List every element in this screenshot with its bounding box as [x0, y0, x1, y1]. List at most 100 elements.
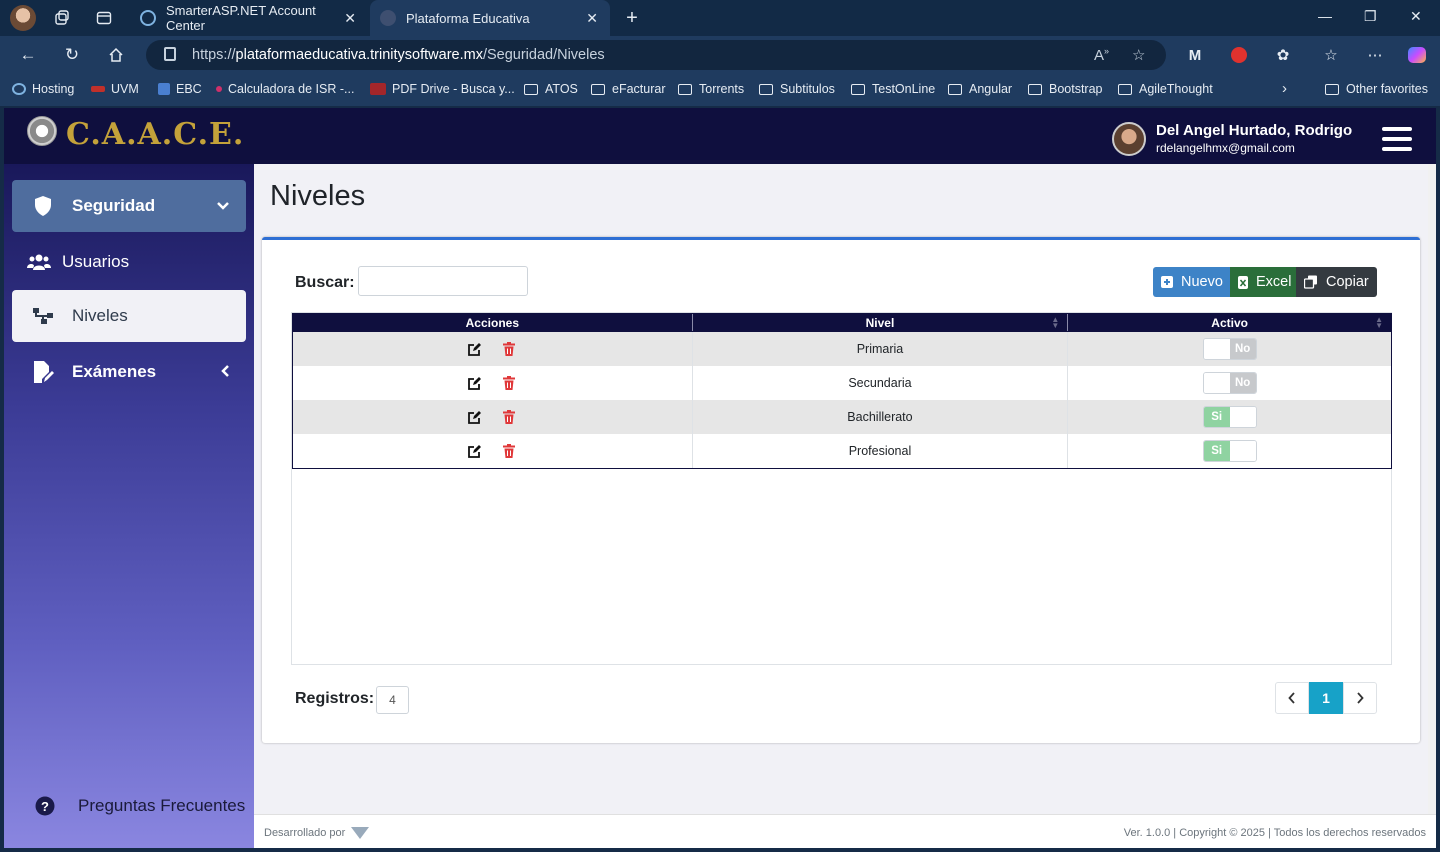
profile-avatar[interactable] — [10, 5, 36, 31]
folder-icon — [1028, 83, 1042, 95]
favorite-folder-atos[interactable]: ATOS — [524, 82, 578, 96]
favorite-folder-testonline[interactable]: TestOnLine — [851, 82, 935, 96]
favorite-ebc[interactable]: EBC — [158, 82, 202, 96]
activo-toggle[interactable]: Si — [1202, 440, 1257, 462]
favorite-calculadora-isr[interactable]: Calculadora de ISR -... — [216, 82, 354, 96]
user-avatar[interactable] — [1112, 122, 1146, 156]
favorite-pdf-drive[interactable]: PDF Drive - Busca y... — [370, 82, 515, 96]
close-window-icon[interactable]: ✕ — [1410, 8, 1422, 25]
user-email: rdelangelhmx@gmail.com — [1156, 141, 1295, 155]
column-header-acciones: Acciones — [293, 314, 693, 331]
sitemap-icon — [30, 305, 56, 327]
plataforma-favicon — [380, 10, 396, 26]
tab-title: SmarterASP.NET Account Center — [165, 3, 316, 33]
search-input[interactable] — [358, 266, 528, 296]
delete-icon[interactable] — [501, 443, 517, 459]
search-label: Buscar: — [295, 274, 355, 291]
edit-icon[interactable] — [467, 375, 483, 391]
delete-icon[interactable] — [501, 375, 517, 391]
favorite-folder-other[interactable]: Other favorites — [1325, 82, 1428, 96]
acciones-cell — [293, 434, 693, 468]
url-field[interactable]: https://plataformaeducativa.trinitysoftw… — [146, 40, 1166, 70]
sidebar-item-label: Preguntas Frecuentes — [78, 796, 246, 815]
developer-logo-icon[interactable] — [351, 827, 370, 839]
adblock-icon[interactable] — [1228, 44, 1250, 66]
svg-text:?: ? — [41, 799, 49, 814]
prev-page-button[interactable] — [1275, 682, 1309, 714]
tab-title: Plataforma Educativa — [406, 10, 530, 26]
activo-toggle[interactable]: No — [1202, 372, 1257, 394]
folder-icon — [851, 83, 865, 95]
close-tab-icon[interactable]: ✕ — [344, 10, 356, 27]
url-path: /Seguridad/Niveles — [482, 47, 605, 63]
tab-actions-icon[interactable] — [92, 6, 116, 30]
column-header-nivel[interactable]: Nivel ▲ ▼ — [693, 314, 1069, 331]
activo-toggle[interactable]: Si — [1202, 406, 1257, 428]
tab-smarterasp[interactable]: SmarterASP.NET Account Center ✕ — [130, 0, 368, 36]
favorite-star-icon[interactable]: ☆ — [1132, 46, 1145, 64]
new-tab-icon[interactable]: + — [620, 6, 644, 30]
read-aloud-icon[interactable]: A» — [1094, 46, 1109, 64]
minimize-icon[interactable]: — — [1318, 8, 1332, 24]
sort-icon: ▲ ▼ — [1375, 315, 1383, 330]
edit-icon[interactable] — [467, 341, 483, 357]
favorite-folder-bootstrap[interactable]: Bootstrap — [1028, 82, 1103, 96]
edit-icon[interactable] — [467, 443, 483, 459]
question-circle-icon: ? — [32, 795, 58, 817]
logo-text[interactable]: C.A.A.C.E. — [66, 117, 244, 152]
menu-toggle-icon[interactable] — [1382, 127, 1412, 151]
sidebar-item-faq[interactable]: ? Preguntas Frecuentes — [12, 780, 246, 832]
refresh-icon[interactable]: ↻ — [60, 43, 84, 67]
favorite-folder-subtitulos[interactable]: Subtitulos — [759, 82, 835, 96]
restore-icon[interactable]: ❐ — [1364, 8, 1377, 25]
nivel-cell: Secundaria — [693, 366, 1069, 400]
delete-icon[interactable] — [501, 341, 517, 357]
copiar-button[interactable]: Copiar — [1296, 267, 1377, 297]
registros-label: Registros: — [295, 690, 375, 707]
table-row: Primaria No — [293, 332, 1391, 366]
favorites-overflow-chevron-icon[interactable]: › — [1282, 80, 1287, 97]
back-icon[interactable]: ← — [16, 43, 40, 67]
favorite-folder-efacturar[interactable]: eFacturar — [591, 82, 666, 96]
sidebar-item-usuarios[interactable]: Usuarios — [12, 236, 246, 288]
close-tab-icon[interactable]: ✕ — [586, 10, 598, 27]
chevron-left-icon — [220, 364, 230, 381]
favorite-folder-torrents[interactable]: Torrents — [678, 82, 744, 96]
column-header-activo[interactable]: Activo ▲ ▼ — [1068, 314, 1391, 331]
excel-button[interactable]: Excel — [1230, 267, 1296, 297]
delete-icon[interactable] — [501, 409, 517, 425]
sidebar-item-seguridad[interactable]: Seguridad — [12, 180, 246, 232]
nuevo-button[interactable]: Nuevo — [1153, 267, 1230, 297]
favorite-label: Bootstrap — [1049, 82, 1103, 96]
browser-tab-bar: SmarterASP.NET Account Center ✕ Platafor… — [0, 0, 1440, 36]
page-button-current[interactable]: 1 — [1309, 682, 1343, 714]
vertical-scrollbar[interactable] — [1428, 164, 1436, 816]
more-icon[interactable]: ⋯ — [1364, 44, 1386, 66]
lock-icon — [164, 47, 176, 61]
sidebar-item-label: Seguridad — [72, 196, 156, 215]
tab-plataforma[interactable]: Plataforma Educativa ✕ — [370, 0, 610, 36]
extensions-icon[interactable]: ✿ — [1272, 44, 1294, 66]
favorite-label: Other favorites — [1346, 82, 1428, 96]
sidebar-item-niveles[interactable]: Niveles — [12, 290, 246, 342]
sort-icon: ▲ ▼ — [1051, 315, 1060, 330]
folder-icon — [1118, 83, 1132, 95]
favorites-icon[interactable]: ☆ — [1320, 44, 1342, 66]
sidebar-item-label: Exámenes — [72, 362, 157, 381]
activo-toggle[interactable]: No — [1202, 338, 1257, 360]
favorite-uvm[interactable]: UVM — [91, 82, 139, 96]
file-edit-icon — [30, 361, 56, 383]
malwarebytes-icon[interactable]: M — [1184, 44, 1206, 66]
address-bar: ← ↻ https://plataformaeducativa.trinitys… — [0, 36, 1440, 74]
edit-icon[interactable] — [467, 409, 483, 425]
favorite-hosting[interactable]: Hosting — [12, 82, 74, 96]
copilot-icon[interactable] — [1406, 44, 1428, 66]
sidebar-item-examenes[interactable]: Exámenes — [12, 346, 246, 398]
home-icon[interactable] — [104, 43, 128, 67]
workspaces-icon[interactable] — [50, 6, 74, 30]
favorite-label: Hosting — [32, 82, 75, 96]
favorite-folder-agilethought[interactable]: AgileThought — [1118, 82, 1213, 96]
next-page-button[interactable] — [1343, 682, 1377, 714]
toggle-state: Si — [1203, 407, 1230, 427]
favorite-folder-angular[interactable]: Angular — [948, 82, 1012, 96]
